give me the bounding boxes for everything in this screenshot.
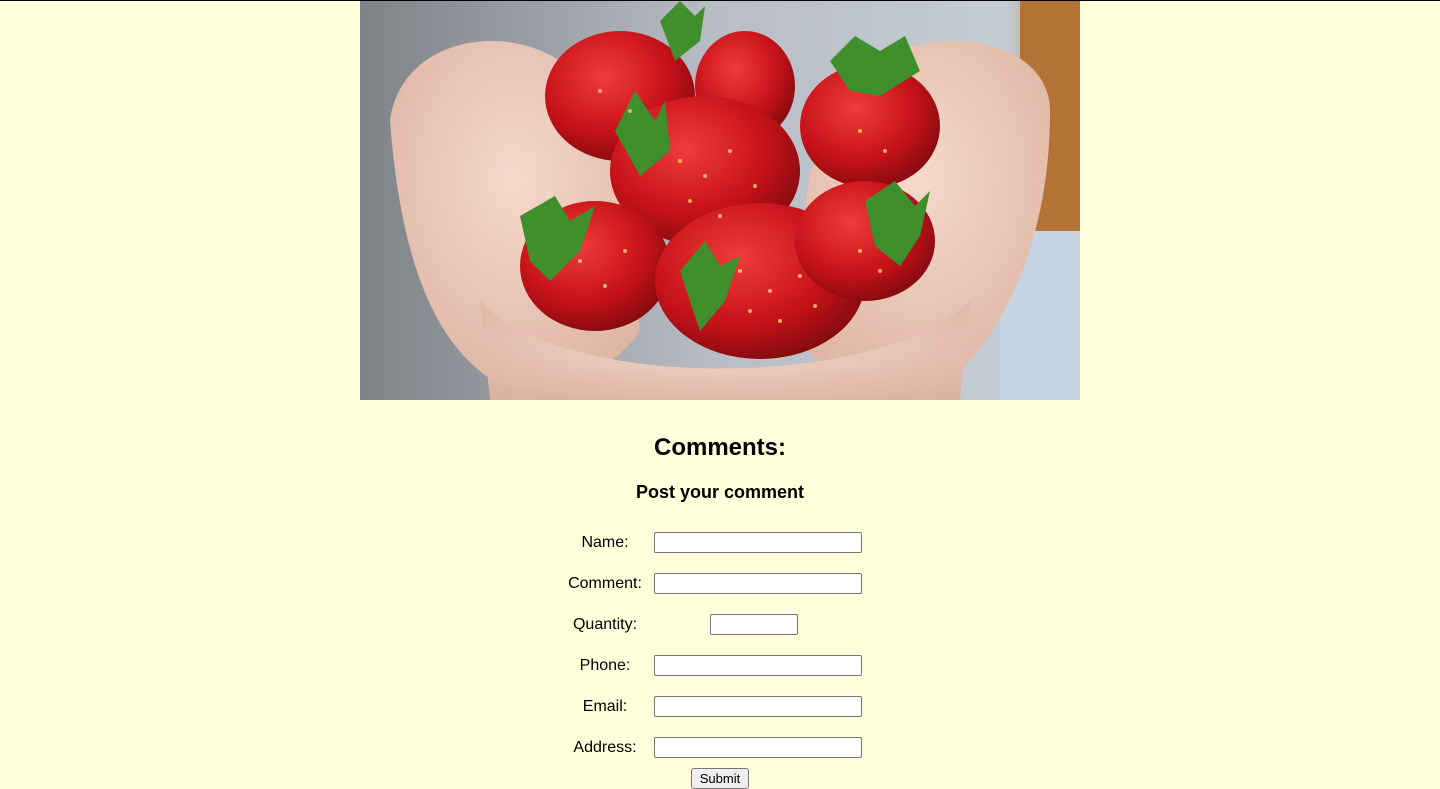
name-label: Name:: [581, 534, 629, 551]
post-comment-heading: Post your comment: [635, 482, 805, 502]
strawberries-in-hands-image: [360, 1, 1080, 400]
phone-input[interactable]: [654, 655, 862, 676]
address-input[interactable]: [654, 737, 862, 758]
comment-label: Comment:: [568, 575, 642, 592]
name-input[interactable]: [654, 532, 862, 553]
quantity-input[interactable]: [710, 614, 798, 635]
comments-heading: Comments:: [653, 434, 786, 461]
email-label: Email:: [582, 698, 628, 715]
address-label: Address:: [573, 739, 637, 756]
comment-input[interactable]: [654, 573, 862, 594]
strawberries-photo: [360, 1, 1080, 400]
quantity-label: Quantity:: [572, 616, 638, 633]
submit-button[interactable]: Submit: [691, 768, 749, 789]
email-input[interactable]: [654, 696, 862, 717]
phone-label: Phone:: [579, 657, 631, 674]
